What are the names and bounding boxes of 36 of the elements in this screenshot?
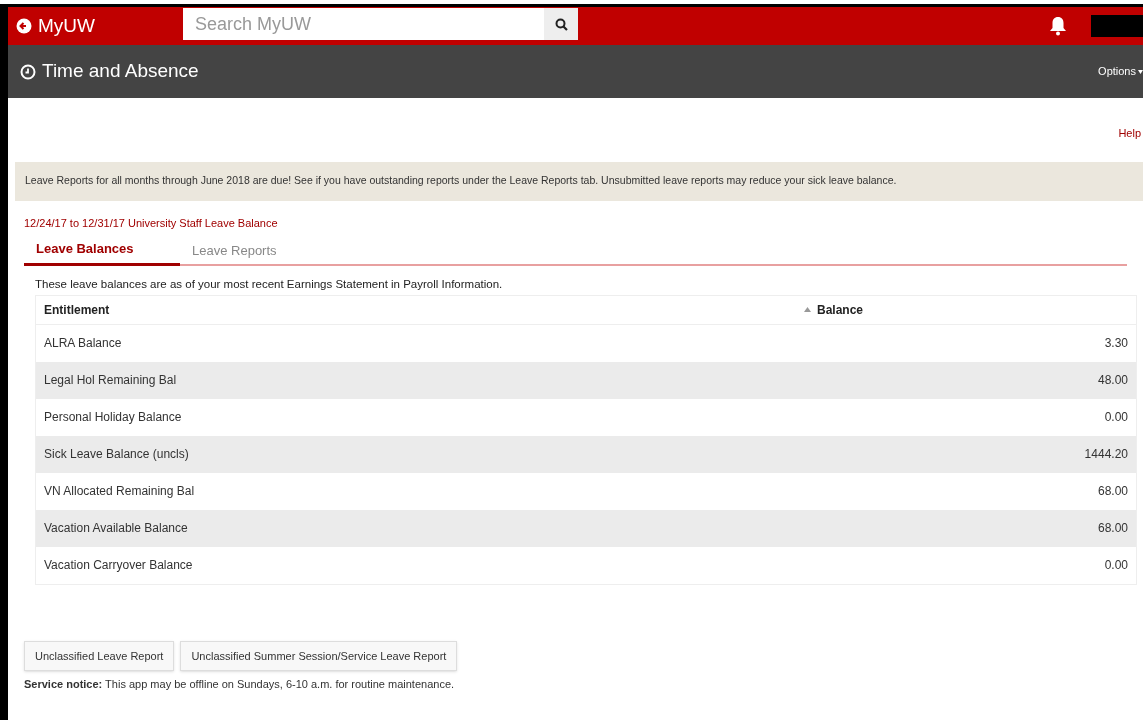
table-cell-text: Vacation Carryover Balance (44, 557, 193, 575)
table-cell-text: Personal Holiday Balance (44, 409, 182, 427)
caret-icon (1138, 69, 1143, 74)
table-cell-text: 68.00 (1097, 483, 1128, 501)
column-header[interactable]: Entitlement (44, 300, 804, 319)
table-cell-text: ALRA Balance (44, 335, 122, 353)
service-notice: Service notice: This app may be offline on Sundays, 6-10 a.m. for routine maintenance. (24, 676, 456, 692)
report-button[interactable]: Unclassified Leave Report (24, 640, 175, 671)
redacted-name (1091, 15, 1143, 37)
table-cell-text: 1444.20 (1084, 446, 1128, 464)
tab[interactable]: Leave Balances (24, 239, 180, 266)
intro-text: These leave balances are as of your most recent Earnings Statement in Payroll Information. (35, 276, 504, 292)
table-cell-text: Sick Leave Balance (uncls) (44, 446, 189, 464)
table-cell-text: 48.00 (1097, 372, 1128, 390)
search-button[interactable] (544, 8, 578, 40)
search-icon (554, 17, 568, 31)
bell-icon[interactable] (1049, 16, 1067, 36)
alert-banner: Leave Reports for all months through June 2018 are due! See if you have outstanding reports under the Leave Reports tab. Unsubmitted leave reports may reduce your sick leave balance. (15, 161, 1143, 201)
sort-icon[interactable] (804, 307, 811, 313)
tab[interactable]: Leave Reports (180, 239, 289, 266)
page-title: Time and Absence (42, 59, 199, 84)
table-cell-text: Legal Hol Remaining Bal (44, 372, 177, 390)
report-button[interactable]: Unclassified Summer Session/Service Leave Report (180, 640, 458, 671)
table-cell-text: 0.00 (1104, 409, 1128, 427)
table-cell-text: Vacation Available Balance (44, 520, 188, 538)
search-field[interactable]: Search MyUW (183, 8, 544, 40)
period-heading: 12/24/17 to 12/31/17 University Staff Leave Balance (24, 215, 279, 231)
clock-icon (20, 63, 36, 80)
table-cell-text: 0.00 (1104, 557, 1128, 575)
column-header[interactable]: Balance (817, 300, 864, 319)
options-menu[interactable]: Options (1098, 63, 1143, 80)
table-cell-text: 3.30 (1104, 335, 1128, 353)
table-cell-text: VN Allocated Remaining Bal (44, 483, 195, 501)
brand-name[interactable]: MyUW (38, 11, 95, 41)
help-link[interactable]: Help (1118, 125, 1141, 142)
table-cell-text: 68.00 (1097, 520, 1128, 538)
